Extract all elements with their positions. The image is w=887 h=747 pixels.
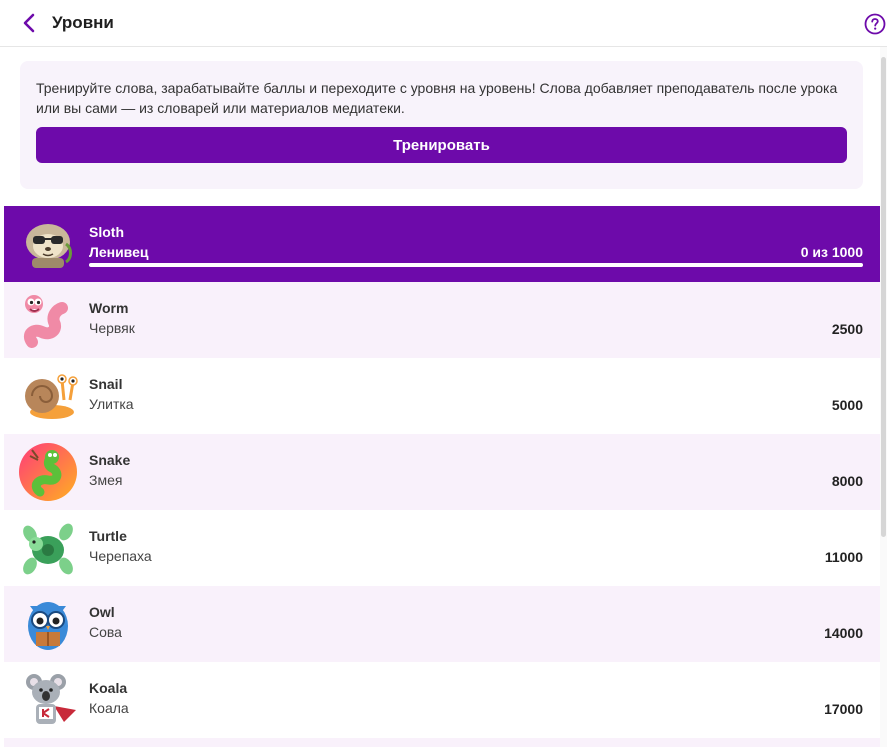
level-progress-bar xyxy=(89,263,863,267)
chevron-left-icon[interactable] xyxy=(18,11,42,35)
level-subtitle: Черепаха xyxy=(89,548,152,564)
train-button[interactable]: Тренировать xyxy=(36,127,847,163)
level-points: 0 из 1000 xyxy=(800,244,863,260)
question-circle-icon[interactable] xyxy=(864,13,886,35)
level-name: Snake xyxy=(89,452,131,468)
worm-avatar-icon xyxy=(24,295,68,348)
scrollbar-thumb[interactable] xyxy=(881,57,886,537)
turtle-avatar-icon xyxy=(23,523,73,575)
level-subtitle: Змея xyxy=(89,472,123,488)
level-name: Turtle xyxy=(89,528,127,544)
info-card: Тренируйте слова, зарабатывайте баллы и … xyxy=(20,61,863,189)
level-subtitle: Коала xyxy=(89,700,129,716)
level-subtitle: Сова xyxy=(89,624,122,640)
level-row[interactable]: Snake Змея 8000 xyxy=(4,434,880,510)
levels-list: Sloth Ленивец 0 из 1000 Worm Червяк 2500 xyxy=(4,206,880,738)
scrollbar[interactable] xyxy=(880,47,887,747)
level-name: Owl xyxy=(89,604,115,620)
level-points: 14000 xyxy=(824,625,863,641)
level-points: 17000 xyxy=(824,701,863,717)
level-row[interactable]: Turtle Черепаха 11000 xyxy=(4,510,880,586)
level-name: Snail xyxy=(89,376,123,392)
level-name: Sloth xyxy=(89,224,124,240)
level-row[interactable]: Snail Улитка 5000 xyxy=(4,358,880,434)
next-level-row-partial xyxy=(4,738,880,747)
level-points: 11000 xyxy=(824,549,863,565)
level-row[interactable]: Owl Сова 14000 xyxy=(4,586,880,662)
level-subtitle: Ленивец xyxy=(89,244,149,260)
info-text: Тренируйте слова, зарабатывайте баллы и … xyxy=(36,80,838,116)
owl-avatar-icon xyxy=(28,602,68,650)
level-row-current[interactable]: Sloth Ленивец 0 из 1000 xyxy=(4,206,880,282)
level-row[interactable]: Koala Коала 17000 xyxy=(4,662,880,738)
sloth-avatar-icon xyxy=(26,224,72,268)
level-subtitle: Червяк xyxy=(89,320,135,336)
snail-avatar-icon xyxy=(25,374,78,419)
snake-avatar-icon xyxy=(19,443,77,501)
level-name: Koala xyxy=(89,680,128,696)
level-points: 8000 xyxy=(831,473,863,489)
level-subtitle: Улитка xyxy=(89,396,134,412)
koala-avatar-icon xyxy=(26,674,76,724)
level-row[interactable]: Worm Червяк 2500 xyxy=(4,282,880,358)
level-points: 5000 xyxy=(831,397,863,413)
level-name: Worm xyxy=(89,300,129,316)
level-points: 2500 xyxy=(831,321,863,337)
page-title: Уровни xyxy=(52,13,114,32)
top-bar: Уровни xyxy=(0,0,887,47)
